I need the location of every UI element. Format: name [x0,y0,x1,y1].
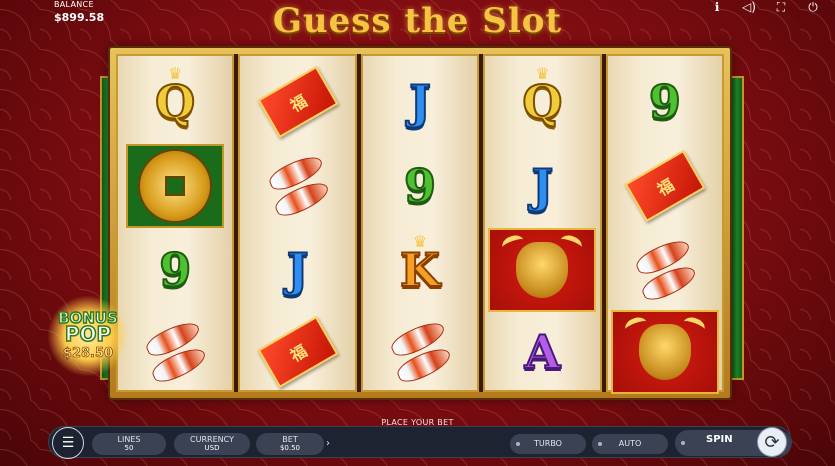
symbol-coin [116,144,234,228]
reel-2: 福 J 福 [238,54,357,394]
symbol-envelope: 福 [238,310,356,394]
pop-label: POP [64,322,112,346]
crown-icon: ♛ [168,64,183,83]
auto-button[interactable]: AUTO [592,434,668,454]
symbol-koi [116,310,234,394]
turbo-button[interactable]: TURBO [510,434,586,454]
coin-icon [126,144,225,228]
symbol-koi [238,144,356,228]
spin-label: SPIN [706,434,733,445]
koi-icon [135,317,215,387]
golden-bull-icon [610,310,719,394]
spin-indicator [681,441,685,445]
crown-icon: ♛ [412,232,428,251]
koi-icon [380,317,460,387]
koi-icon [625,235,705,305]
bet-selector[interactable]: BET $0.50 [256,433,324,455]
symbol-koi [361,310,479,394]
symbol-envelope: 福 [238,60,356,144]
reel-3: J 9 ♛ K [360,54,480,394]
reels-frame: ♛ Q 9 福 J 福 J 9 ♛ K ♛ Q J A 9 福 [110,48,730,398]
red-envelope-icon: 福 [257,315,339,389]
symbol-j: J [286,243,310,297]
turbo-indicator [516,442,520,446]
hamburger-icon: ☰ [61,435,75,451]
symbol-q: ♛ Q [521,64,563,129]
bonus-pop-badge: BONUS POP $28.50 [46,296,130,376]
reel-1: ♛ Q 9 [116,54,235,394]
symbol-nine: 9 [648,75,682,129]
chevron-right-icon[interactable]: › [326,438,330,449]
menu-button[interactable]: ☰ [52,427,84,459]
reel-5: 9 福 [605,54,725,394]
auto-indicator [598,442,602,446]
top-icons: ℹ ◁) ⛶ ⏻ [709,0,821,14]
crown-icon: ♛ [535,64,550,83]
lines-selector[interactable]: LINES 50 [92,433,166,455]
symbol-nine: 9 [158,243,192,297]
symbol-envelope: 福 [606,144,724,228]
symbol-koi [606,228,724,312]
right-frame-ornament [730,76,744,380]
reel-4: ♛ Q J A [483,54,602,392]
bonus-amount: $28.50 [62,346,114,362]
reels-grid: ♛ Q 9 福 J 福 J 9 ♛ K ♛ Q J A 9 福 [116,54,725,394]
symbol-nine: 9 [403,159,437,213]
power-icon[interactable]: ⏻ [805,0,821,14]
info-icon[interactable]: ℹ [709,0,725,14]
symbol-bull [606,310,724,394]
red-envelope-icon: 福 [257,65,339,139]
fullscreen-icon[interactable]: ⛶ [773,0,789,14]
sound-icon[interactable]: ◁) [741,0,757,14]
symbol-j: J [408,75,432,129]
spin-arrows-icon[interactable]: ⟳ [758,428,786,456]
symbol-k: ♛ K [399,232,441,297]
symbol-j: J [531,159,555,213]
symbol-q: ♛ Q [154,64,196,129]
currency-selector[interactable]: CURRENCY USD [174,433,250,455]
red-envelope-icon: 福 [624,149,706,223]
golden-bull-icon [488,228,597,312]
symbol-a: A [524,325,562,379]
koi-icon [258,151,338,221]
symbol-bull [483,228,601,312]
